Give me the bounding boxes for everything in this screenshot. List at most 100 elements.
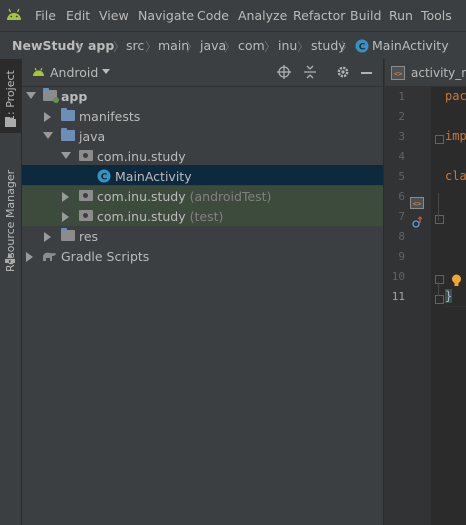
line-number: 11 xyxy=(391,290,405,303)
line-number: 2 xyxy=(398,110,405,123)
line-number: 10 xyxy=(391,270,405,283)
tree-item-label: Gradle Scripts xyxy=(61,249,150,264)
fold-icon[interactable] xyxy=(435,295,444,304)
line-number: 9 xyxy=(398,250,405,263)
tree-item-package[interactable]: com.inu.study xyxy=(22,146,383,166)
breadcrumb-separator-icon: 〉 xyxy=(297,40,310,54)
layout-link-icon[interactable]: <> xyxy=(410,197,424,209)
tree-item-label: com.inu.study xyxy=(97,189,186,204)
tree-item-label: manifests xyxy=(79,109,141,124)
project-folder-icon xyxy=(5,117,16,127)
gradle-icon xyxy=(43,252,56,261)
android-module-badge-icon xyxy=(53,97,59,103)
tree-item-mainactivity[interactable]: C MainActivity xyxy=(22,166,383,186)
tree-item-gradle-scripts[interactable]: Gradle Scripts xyxy=(22,246,383,266)
override-marker-icon[interactable] xyxy=(412,216,422,228)
expand-arrow-icon[interactable] xyxy=(62,212,69,222)
breadcrumb-separator-icon: 〉 xyxy=(224,40,237,54)
menu-tools[interactable]: Tools xyxy=(421,8,452,23)
tree-item-res[interactable]: res xyxy=(22,226,383,246)
tree-item-app[interactable]: app xyxy=(22,86,383,106)
line-number: 6 xyxy=(398,190,405,203)
layout-file-icon: <> xyxy=(391,66,405,80)
expand-arrow-icon[interactable] xyxy=(26,92,36,99)
project-panel: Android app manifests java com.inu.study… xyxy=(22,59,383,525)
code-line: } xyxy=(445,289,453,303)
breadcrumb-main[interactable]: main xyxy=(158,38,189,53)
tree-item-label: res xyxy=(79,229,99,244)
tree-item-suffix: (androidTest) xyxy=(189,189,272,204)
menu-refactor[interactable]: Refactor xyxy=(293,8,345,23)
tree-item-label-group: com.inu.study (test) xyxy=(97,209,223,224)
fold-icon[interactable] xyxy=(435,275,444,284)
folder-icon xyxy=(61,128,75,141)
collapse-all-icon[interactable] xyxy=(303,65,317,79)
line-number: 7 xyxy=(398,210,405,223)
breadcrumb-com[interactable]: com xyxy=(238,38,265,53)
breadcrumb-inu[interactable]: inu xyxy=(278,38,297,53)
fold-icon[interactable] xyxy=(435,215,444,224)
package-icon xyxy=(79,210,93,221)
breadcrumb-java[interactable]: java xyxy=(200,38,226,53)
menu-edit[interactable]: Edit xyxy=(66,8,90,23)
line-number: 1 xyxy=(398,90,405,103)
lightbulb-icon[interactable] xyxy=(451,274,462,288)
line-number: 3 xyxy=(398,130,405,143)
menu-file[interactable]: File xyxy=(35,8,56,23)
tree-item-android-test[interactable]: com.inu.study (androidTest) xyxy=(22,186,383,206)
locate-target-icon[interactable] xyxy=(277,65,291,79)
tree-item-label-group: com.inu.study (androidTest) xyxy=(97,189,271,204)
tab-resource-manager[interactable]: Resource Manager xyxy=(0,151,21,291)
tree-item-test[interactable]: com.inu.study (test) xyxy=(22,206,383,226)
svg-text:C: C xyxy=(101,173,108,183)
expand-arrow-icon[interactable] xyxy=(43,132,53,139)
menu-build[interactable]: Build xyxy=(350,8,381,23)
code-line: cla xyxy=(445,169,466,183)
expand-arrow-icon[interactable] xyxy=(61,152,71,159)
fold-icon[interactable] xyxy=(435,135,444,144)
chevron-down-icon[interactable] xyxy=(102,69,110,74)
breadcrumb-project[interactable]: NewStudy xyxy=(12,38,83,53)
line-number: 8 xyxy=(398,230,405,243)
menu-run[interactable]: Run xyxy=(389,8,413,23)
fold-guide xyxy=(438,282,439,296)
breadcrumb-separator-icon: 〉 xyxy=(341,40,354,54)
breadcrumb-src[interactable]: src xyxy=(126,38,144,53)
tree-item-label: com.inu.study xyxy=(97,149,186,164)
expand-arrow-icon[interactable] xyxy=(44,112,51,122)
android-logo-icon xyxy=(7,8,21,20)
gear-icon[interactable] xyxy=(336,65,350,79)
view-mode-select[interactable]: Android xyxy=(50,65,98,80)
breadcrumb: NewStudy 〉 app 〉 src 〉 main 〉 java 〉 com… xyxy=(0,31,466,60)
svg-text:C: C xyxy=(359,43,366,53)
code-line: imp xyxy=(445,129,466,143)
menu-navigate[interactable]: Navigate xyxy=(138,8,194,23)
menu-analyze[interactable]: Analyze xyxy=(238,8,287,23)
minimize-icon[interactable] xyxy=(361,72,372,74)
expand-arrow-icon[interactable] xyxy=(62,192,69,202)
line-number: 4 xyxy=(398,150,405,163)
project-panel-header: Android xyxy=(22,59,383,87)
editor-tab[interactable]: <> activity_ma xyxy=(385,59,466,87)
tree-item-manifests[interactable]: manifests xyxy=(22,106,383,126)
breadcrumb-mainactivity[interactable]: MainActivity xyxy=(372,38,449,53)
breadcrumb-separator-icon: 〉 xyxy=(113,40,126,54)
current-line-marker xyxy=(445,306,466,307)
menu-bar: File Edit View Navigate Code Analyze Ref… xyxy=(0,0,466,31)
svg-text:<>: <> xyxy=(394,70,402,78)
code-editor: <> activity_ma 1 2 3 4 5 6 7 8 9 10 11 <… xyxy=(384,59,466,525)
breadcrumb-separator-icon: 〉 xyxy=(76,40,89,54)
android-view-icon xyxy=(33,67,44,76)
expand-arrow-icon[interactable] xyxy=(44,232,51,242)
expand-arrow-icon[interactable] xyxy=(26,252,33,262)
breadcrumb-app[interactable]: app xyxy=(88,38,114,53)
menu-view[interactable]: View xyxy=(99,8,129,23)
tree-item-label: app xyxy=(61,89,88,104)
breadcrumb-separator-icon: 〉 xyxy=(264,40,277,54)
menu-code[interactable]: Code xyxy=(197,8,229,23)
package-icon xyxy=(79,150,93,161)
tree-item-label: java xyxy=(79,129,106,144)
class-file-icon: C xyxy=(355,39,369,53)
tree-item-java[interactable]: java xyxy=(22,126,383,146)
code-line: pac xyxy=(445,89,466,103)
